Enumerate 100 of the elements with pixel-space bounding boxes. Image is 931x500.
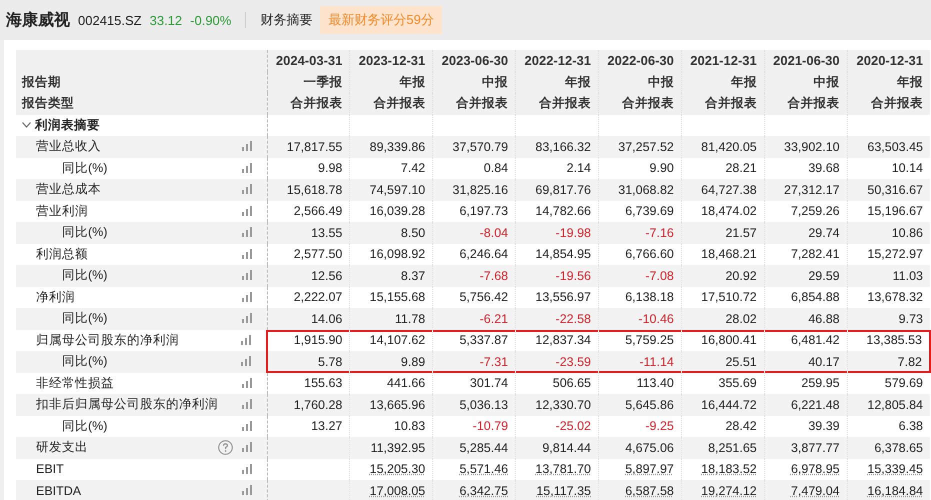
table-cell: 5,337.87 (459, 333, 508, 348)
report-period: 中报 (482, 74, 508, 89)
column-date: 2024-03-31 (276, 53, 342, 68)
bar-chart-icon[interactable] (242, 464, 252, 474)
table-cell: 7.82 (898, 354, 922, 369)
table-cell: 6.38 (898, 419, 923, 434)
table-cell: 6,481.42 (790, 333, 840, 348)
table-cell: 50,316.67 (867, 182, 923, 197)
bar-chart-icon[interactable] (242, 485, 252, 495)
bar-chart-icon[interactable] (242, 206, 252, 216)
table-cell: 9.89 (400, 354, 426, 369)
value-link[interactable]: 16,184.84 (867, 484, 923, 498)
table-cell: 29.74 (808, 226, 840, 240)
value-link[interactable]: 6,342.75 (459, 484, 508, 498)
table-cell: 33,902.10 (784, 140, 840, 154)
bar-chart-icon[interactable] (242, 420, 252, 430)
table-cell: 579.69 (884, 376, 923, 390)
table-cell: 8.50 (400, 226, 426, 240)
table-cell: 11.78 (394, 312, 426, 326)
column-date: 2021-06-30 (773, 53, 840, 68)
bar-chart-icon[interactable] (241, 334, 252, 344)
value-link[interactable]: 17,008.05 (370, 484, 426, 498)
table-cell: 14,782.66 (535, 204, 591, 218)
row-label: 营业总成本 (35, 181, 101, 198)
stock-code: 002415.SZ (78, 12, 142, 28)
table-cell: 9.98 (318, 161, 342, 176)
column-date: 2023-12-31 (358, 53, 426, 68)
table-cell: 13,678.32 (867, 290, 923, 304)
row-label: 同比(%) (61, 224, 108, 242)
bar-chart-icon[interactable] (242, 292, 252, 302)
table-cell: -22.58 (556, 312, 591, 326)
table-cell: 355.69 (718, 376, 757, 390)
bar-chart-icon[interactable] (241, 356, 252, 366)
value-link[interactable]: 13,781.70 (535, 462, 591, 476)
table-cell: 14,107.62 (370, 333, 426, 348)
table-cell: 9,814.44 (542, 440, 591, 455)
row-label: 同比(%) (61, 418, 108, 435)
bar-chart-icon[interactable] (242, 270, 252, 280)
bar-chart-icon[interactable] (242, 313, 252, 323)
row-header: 报告期 (22, 74, 61, 89)
bar-chart-icon[interactable] (242, 442, 252, 452)
table-cell: 301.74 (470, 376, 508, 390)
table-cell: -7.16 (645, 226, 674, 240)
table-cell: 2,566.49 (294, 204, 342, 218)
table-cell: 13,665.96 (370, 398, 426, 412)
table-cell: 16,444.72 (701, 398, 757, 412)
table-cell: 64,727.38 (701, 182, 757, 197)
value-link[interactable]: 6,978.95 (790, 462, 840, 476)
value-link[interactable]: 19,274.12 (701, 484, 757, 498)
table-cell: 15,618.78 (286, 182, 342, 197)
table-cell: 13,385.53 (866, 333, 922, 348)
column-date: 2023-06-30 (442, 53, 508, 68)
table-cell: 7,282.41 (790, 247, 840, 262)
bar-chart-icon[interactable] (242, 184, 252, 194)
value-link[interactable]: 18,183.52 (701, 462, 757, 476)
help-icon[interactable] (218, 440, 232, 455)
table-cell: -9.25 (645, 419, 674, 434)
table-cell: -25.02 (556, 419, 591, 434)
table-cell: 2,577.50 (294, 247, 342, 262)
value-link[interactable]: 15,117.35 (536, 484, 591, 498)
column-date: 2022-06-30 (607, 53, 674, 68)
table-cell: 89,339.86 (370, 140, 426, 154)
table-cell: -8.04 (480, 226, 508, 240)
table-cell: 46.88 (808, 312, 840, 326)
bar-chart-icon[interactable] (242, 162, 252, 172)
table-cell: 5,645.86 (625, 398, 674, 412)
value-link[interactable]: 7,479.04 (790, 484, 840, 498)
value-link[interactable]: 5,571.46 (459, 462, 508, 476)
row-label: 营业总收入 (35, 138, 101, 156)
table-cell: 18,468.21 (701, 247, 757, 262)
table-cell: 5,759.25 (625, 333, 674, 348)
table-cell: 259.95 (801, 376, 840, 390)
table-cell: -7.08 (645, 268, 674, 283)
value-link[interactable]: 15,205.30 (370, 462, 426, 476)
value-link[interactable]: 5,897.97 (625, 462, 674, 476)
bar-chart-icon[interactable] (242, 227, 252, 237)
table-cell: -19.56 (556, 268, 591, 283)
value-link[interactable]: 15,339.45 (867, 462, 923, 476)
report-type: 合并报表 (788, 96, 840, 110)
chevron-down-icon[interactable] (22, 122, 31, 128)
value-link[interactable]: 6,587.58 (625, 484, 674, 498)
table-cell: 37,257.52 (618, 140, 674, 154)
table-cell: 11,392.95 (370, 440, 426, 455)
section-title: 财务摘要 (260, 11, 312, 29)
bar-chart-icon[interactable] (242, 248, 252, 258)
table-cell: -7.31 (480, 354, 508, 369)
table-cell: 17,817.55 (286, 140, 342, 154)
table-cell: 8.37 (400, 268, 426, 283)
bar-chart-icon[interactable] (242, 399, 252, 409)
report-period: 中报 (648, 74, 674, 89)
table-cell: 13.27 (311, 419, 342, 434)
table-cell: 16,039.28 (370, 204, 426, 218)
bar-chart-icon[interactable] (242, 378, 252, 388)
table-cell: 83,166.32 (535, 140, 591, 154)
table-cell: 5.78 (318, 354, 342, 369)
bar-chart-icon[interactable] (242, 141, 252, 151)
table-cell: 37,570.79 (452, 140, 508, 154)
table-cell: 6,378.65 (874, 440, 923, 455)
table-cell: 441.66 (387, 376, 426, 390)
stock-price: 33.12 (150, 12, 182, 28)
